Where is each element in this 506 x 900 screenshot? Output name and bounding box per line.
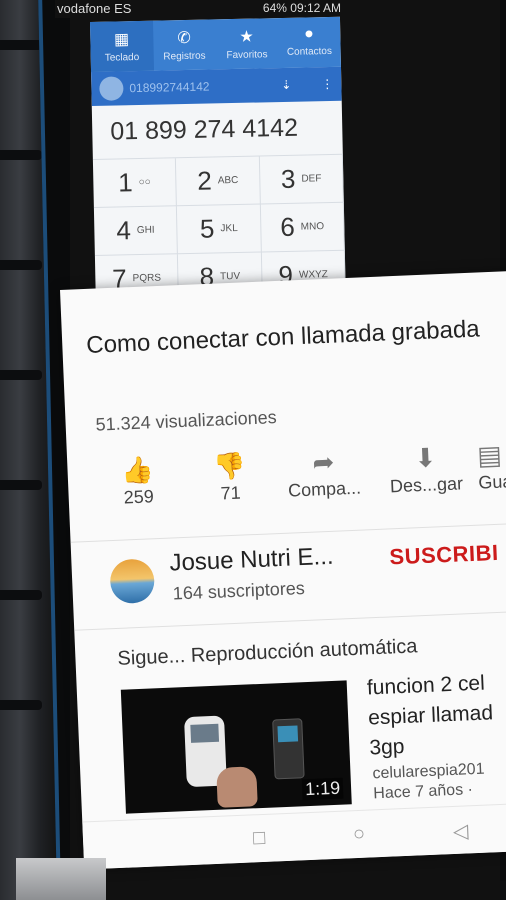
key-4[interactable]: 4 GHI xyxy=(93,206,179,256)
home-button[interactable]: ○ xyxy=(353,823,366,846)
download-button[interactable]: ⬇ Des...gar xyxy=(377,441,475,498)
save-label: Gua xyxy=(478,471,506,493)
more-options-icon[interactable]: ⋮ xyxy=(321,77,333,91)
video-action-bar: 👍 259 👎 71 ➦ Compa... ⬇ Des...gar ▤ Gua xyxy=(87,437,506,527)
tab-label: Registros xyxy=(163,50,206,63)
chevron-down-icon[interactable]: ⇣ xyxy=(281,78,291,92)
phone-illustration xyxy=(272,718,305,780)
phone-mount-clip xyxy=(16,858,106,900)
related-video-title[interactable]: funcion 2 cel espiar llamad 3gp xyxy=(366,665,506,763)
photo-scene: vodafone ES 64% 09:12 AM ▦ Teclado ✆ Reg… xyxy=(0,0,506,900)
divider xyxy=(70,522,506,543)
back-button[interactable]: ◁ xyxy=(452,818,469,844)
related-video-channel: celularespia201 xyxy=(372,760,485,783)
dislike-count: 71 xyxy=(220,482,242,504)
share-button[interactable]: ➦ Compa... xyxy=(273,445,375,502)
subscribe-button[interactable]: SUSCRIBI xyxy=(389,540,499,571)
contact-number: 01899274414​2 xyxy=(129,79,210,96)
clock: 09:12 AM xyxy=(290,1,341,15)
video-details-panel: Como conectar con llamada grabada 51.324… xyxy=(60,270,506,870)
thumbs-down-icon: 👎 xyxy=(212,450,247,482)
tab-call-log[interactable]: ✆ Registros xyxy=(152,19,216,70)
share-icon: ➦ xyxy=(311,446,335,478)
tab-favorites[interactable]: ★ Favoritos xyxy=(215,18,279,69)
tab-label: Favoritos xyxy=(226,49,268,62)
call-log-icon: ✆ xyxy=(177,29,191,48)
download-label: Des...gar xyxy=(389,473,464,497)
key-1[interactable]: 1 ○○ xyxy=(92,158,178,208)
up-next-header: Sigue... Reproducción automática xyxy=(117,635,418,670)
key-2[interactable]: 2 ABC xyxy=(176,156,261,207)
keypad-icon: ▦ xyxy=(113,31,130,49)
car-vent-slat xyxy=(0,150,42,160)
dialed-number: 01 899 274 4142 xyxy=(91,100,343,160)
background-dialer-app: ▦ Teclado ✆ Registros ★ Favoritos ● Cont… xyxy=(90,16,347,312)
car-vent-slat xyxy=(0,260,42,270)
dialer-tabs: ▦ Teclado ✆ Registros ★ Favoritos ● Cont… xyxy=(90,16,341,72)
key-5[interactable]: 5 JKL xyxy=(177,204,262,255)
tab-label: Teclado xyxy=(104,51,140,64)
car-vent-slat xyxy=(0,480,42,490)
thumbs-up-icon: 👍 xyxy=(120,454,155,486)
dislike-button[interactable]: 👎 71 xyxy=(199,450,261,505)
status-right: 64% 09:12 AM xyxy=(263,1,341,15)
car-vent-slat xyxy=(0,40,42,50)
channel-name[interactable]: Josue Nutri E... xyxy=(169,543,334,578)
tab-contacts[interactable]: ● Contactos xyxy=(277,17,341,68)
view-count: 51.324 visualizaciones xyxy=(95,407,278,435)
video-title: Como conectar con llamada grabada xyxy=(85,315,481,359)
hand-illustration xyxy=(216,766,258,808)
save-button[interactable]: ▤ Gua xyxy=(477,438,506,493)
car-vent-slat xyxy=(0,370,42,380)
channel-avatar[interactable] xyxy=(109,558,156,605)
star-icon: ★ xyxy=(239,28,254,46)
subscriber-count: 164 suscriptores xyxy=(172,578,306,604)
avatar xyxy=(99,76,124,101)
like-count: 259 xyxy=(123,486,155,508)
related-video-thumbnail[interactable]: 1:19 xyxy=(120,680,352,814)
battery-level: 64% xyxy=(262,1,287,15)
divider xyxy=(74,610,506,631)
tab-label: Contactos xyxy=(286,45,333,58)
voicemail-icon: ○○ xyxy=(138,176,151,189)
person-icon: ● xyxy=(304,25,315,43)
key-3[interactable]: 3 DEF xyxy=(259,154,344,205)
download-icon: ⬇ xyxy=(413,442,437,474)
status-bar: vodafone ES 64% 09:12 AM xyxy=(55,0,345,18)
recents-button[interactable]: □ xyxy=(253,827,266,850)
car-vent-slat xyxy=(0,590,42,600)
share-label: Compa... xyxy=(287,477,362,501)
save-icon: ▤ xyxy=(476,439,503,471)
tab-keypad[interactable]: ▦ Teclado xyxy=(90,20,154,72)
key-6[interactable]: 6 MNO xyxy=(260,202,345,253)
matched-contact-row[interactable]: 01899274414​2 ⇣ ⋮ xyxy=(91,66,342,106)
carrier-name: vodafone ES xyxy=(57,1,132,16)
related-video-age: Hace 7 años · xyxy=(373,781,474,803)
video-duration: 1:19 xyxy=(301,777,344,801)
like-button[interactable]: 👍 259 xyxy=(107,454,169,509)
car-vent-slat xyxy=(0,700,42,710)
